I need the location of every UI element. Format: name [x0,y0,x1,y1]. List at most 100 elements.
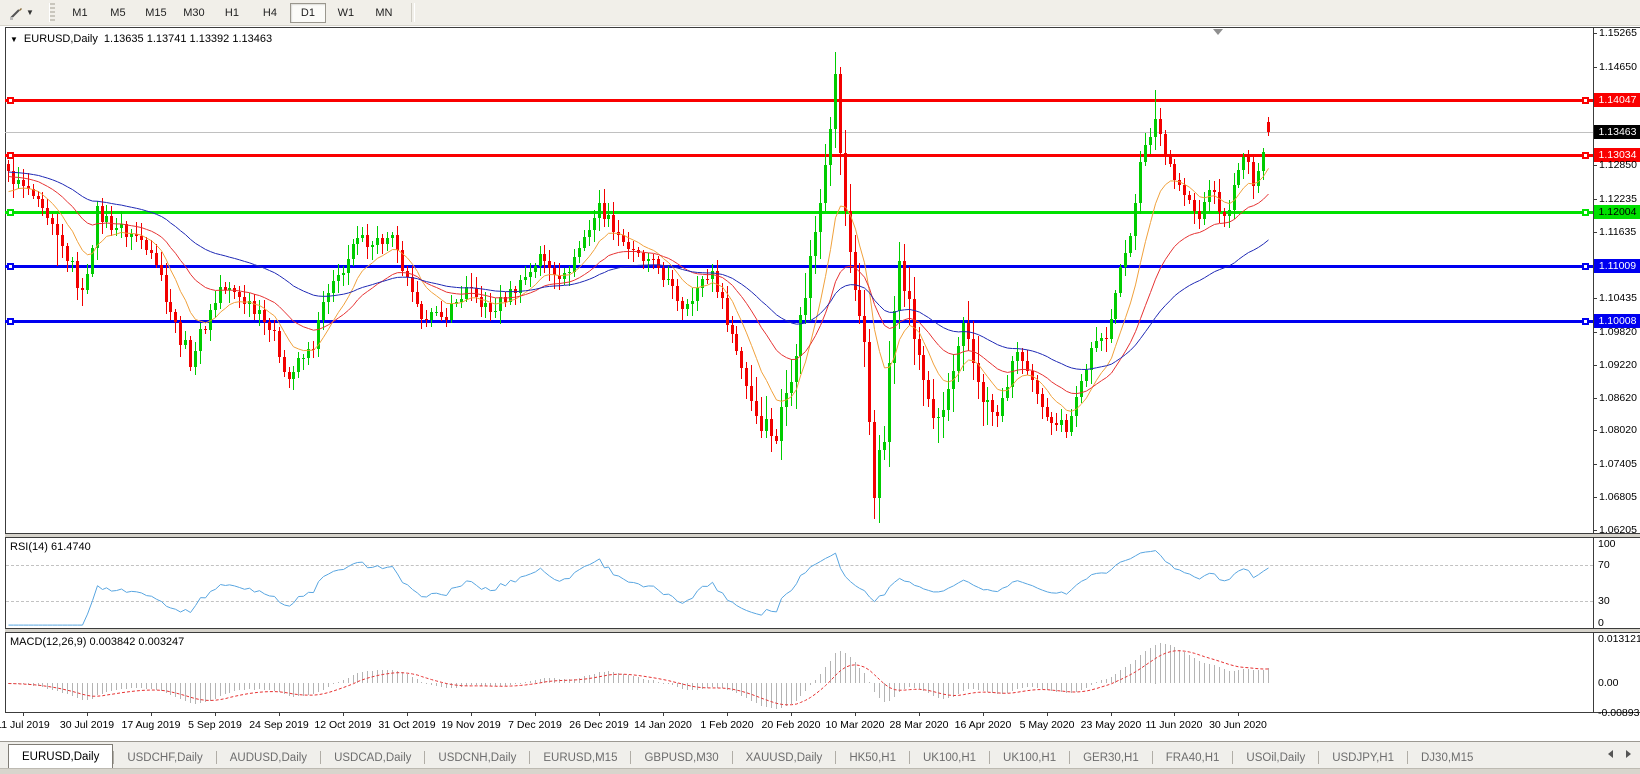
date-axis-label: 1 Feb 2020 [700,719,753,731]
price-label-box-1.11009: 1.11009 [1594,259,1640,273]
date-axis-label: 20 Feb 2020 [762,719,821,731]
chart-tab-gbpusd-m30[interactable]: GBPUSD,M30 [631,747,731,769]
chart-tab-dj30-m15[interactable]: DJ30,M15 [1408,747,1486,769]
price-axis-tick: 1.07405 [1599,457,1637,471]
timeframe-button-m1[interactable]: M1 [62,3,98,23]
timeframe-button-m15[interactable]: M15 [138,3,174,23]
price-tickmark [1593,530,1597,531]
chart-tab-fra40-h1[interactable]: FRA40,H1 [1153,747,1233,769]
date-tickmark [1238,713,1239,716]
price-axis-tick: 1.10435 [1599,291,1637,305]
chart-tab-usdcad-daily[interactable]: USDCAD,Daily [321,747,424,769]
date-tickmark [151,713,152,716]
main-price-canvas[interactable] [6,28,1593,533]
timeframe-button-mn[interactable]: MN [366,3,402,23]
price-tickmark [1593,199,1597,200]
chart-border-bottom [5,712,1640,713]
chart-tab-hk50-h1[interactable]: HK50,H1 [836,747,909,769]
macd-axis-tick: 0.013121 [1598,633,1640,645]
timeframe-button-h4[interactable]: H4 [252,3,288,23]
date-tickmark [471,713,472,716]
date-tickmark [791,713,792,716]
rsi-label: RSI(14) 61.4740 [10,541,91,553]
price-axis-tick: 1.12235 [1599,192,1637,206]
cursor-tool-button[interactable]: ▼ [3,2,39,24]
price-axis-tick: 1.08020 [1599,423,1637,437]
timeframe-toolbar: M1M5M15M30H1H4D1W1MN [61,3,403,23]
macd-axis-tick: 0.00 [1598,677,1618,689]
date-tickmark [215,713,216,716]
toolbar-separator [411,3,415,22]
date-axis-label: 5 Sep 2019 [188,719,242,731]
tabs-scroll-left-button[interactable] [1608,750,1613,758]
chart-tab-audusd-daily[interactable]: AUDUSD,Daily [217,747,320,769]
price-tickmark [1593,33,1597,34]
rsi-axis-tick: 100 [1598,538,1616,550]
rsi-axis-tick: 0 [1598,617,1604,629]
date-axis-label: 28 Mar 2020 [890,719,949,731]
date-axis-label: 16 Apr 2020 [955,719,1012,731]
timeframe-button-h1[interactable]: H1 [214,3,250,23]
price-tickmark [1593,298,1597,299]
price-axis-tick: 1.11635 [1599,225,1636,239]
pen-cursor-icon [8,5,24,21]
status-strip [0,768,1640,774]
chart-tab-xauusd-daily[interactable]: XAUUSD,Daily [733,747,836,769]
chart-title-overlay: ▼ EURUSD,Daily 1.13635 1.13741 1.13392 1… [10,33,272,45]
chart-tab-usdchf-daily[interactable]: USDCHF,Daily [114,747,215,769]
collapse-triangle-icon[interactable]: ▼ [10,35,18,44]
rsi-canvas[interactable] [6,538,1593,628]
timeframe-button-w1[interactable]: W1 [328,3,364,23]
date-tickmark [855,713,856,716]
date-tickmark [919,713,920,716]
timeframe-button-m5[interactable]: M5 [100,3,136,23]
toolbar-grip [49,3,55,22]
price-tickmark [1593,365,1597,366]
date-axis-label: 30 Jun 2020 [1209,719,1267,731]
chart-tab-usdjpy-h1[interactable]: USDJPY,H1 [1319,747,1407,769]
dropdown-caret-icon: ▼ [26,9,34,17]
macd-label: MACD(12,26,9) 0.003842 0.003247 [10,636,184,648]
price-tickmark [1593,232,1597,233]
chart-tab-eurusd-daily[interactable]: EURUSD,Daily [8,744,113,769]
chart-tab-usoil-daily[interactable]: USOil,Daily [1233,747,1318,769]
chart-tab-usdcnh-daily[interactable]: USDCNH,Daily [425,747,529,769]
date-axis-label: 23 May 2020 [1081,719,1142,731]
timeframe-button-d1[interactable]: D1 [290,3,326,23]
price-tickmark [1593,430,1597,431]
chart-ohlc-values: 1.13635 1.13741 1.13392 1.13463 [104,33,272,45]
chart-tab-eurusd-m15[interactable]: EURUSD,M15 [530,747,630,769]
price-axis-tick: 1.09820 [1599,325,1637,339]
date-axis-label: 19 Nov 2019 [441,719,501,731]
price-tickmark [1593,165,1597,166]
date-axis-label: 11 Jun 2020 [1145,719,1202,731]
chart-tab-uk100-h1[interactable]: UK100,H1 [990,747,1069,769]
tabs-scroll-right-button[interactable] [1626,750,1631,758]
chart-tab-bar: EURUSD,DailyUSDCHF,DailyAUDUSD,DailyUSDC… [0,741,1640,769]
date-axis-label: 17 Aug 2019 [122,719,181,731]
price-label-box-1.14047: 1.14047 [1594,93,1640,107]
date-axis-label: 10 Mar 2020 [826,719,885,731]
price-tickmark [1593,464,1597,465]
date-tickmark [599,713,600,716]
price-label-box-1.12004: 1.12004 [1594,205,1640,219]
price-tickmark [1593,332,1597,333]
date-tickmark [279,713,280,716]
date-axis-label: 31 Oct 2019 [378,719,435,731]
price-axis-tick: 1.06805 [1599,490,1637,504]
timeframe-button-m30[interactable]: M30 [176,3,212,23]
macd-canvas[interactable] [6,633,1593,712]
date-tickmark [535,713,536,716]
date-tickmark [1047,713,1048,716]
price-axis-tick: 1.09220 [1599,358,1637,372]
chart-tab-uk100-h1[interactable]: UK100,H1 [910,747,989,769]
toolbar: ▼ M1M5M15M30H1H4D1W1MN [0,0,1640,26]
chart-tab-ger30-h1[interactable]: GER30,H1 [1070,747,1152,769]
date-axis-label: 14 Jan 2020 [634,719,692,731]
price-axis-tick: 1.15265 [1599,26,1637,40]
rsi-axis-tick: 70 [1598,559,1610,571]
date-tickmark [727,713,728,716]
date-tickmark [663,713,664,716]
date-axis-label: 24 Sep 2019 [249,719,309,731]
price-axis-tick: 1.06205 [1599,523,1637,537]
